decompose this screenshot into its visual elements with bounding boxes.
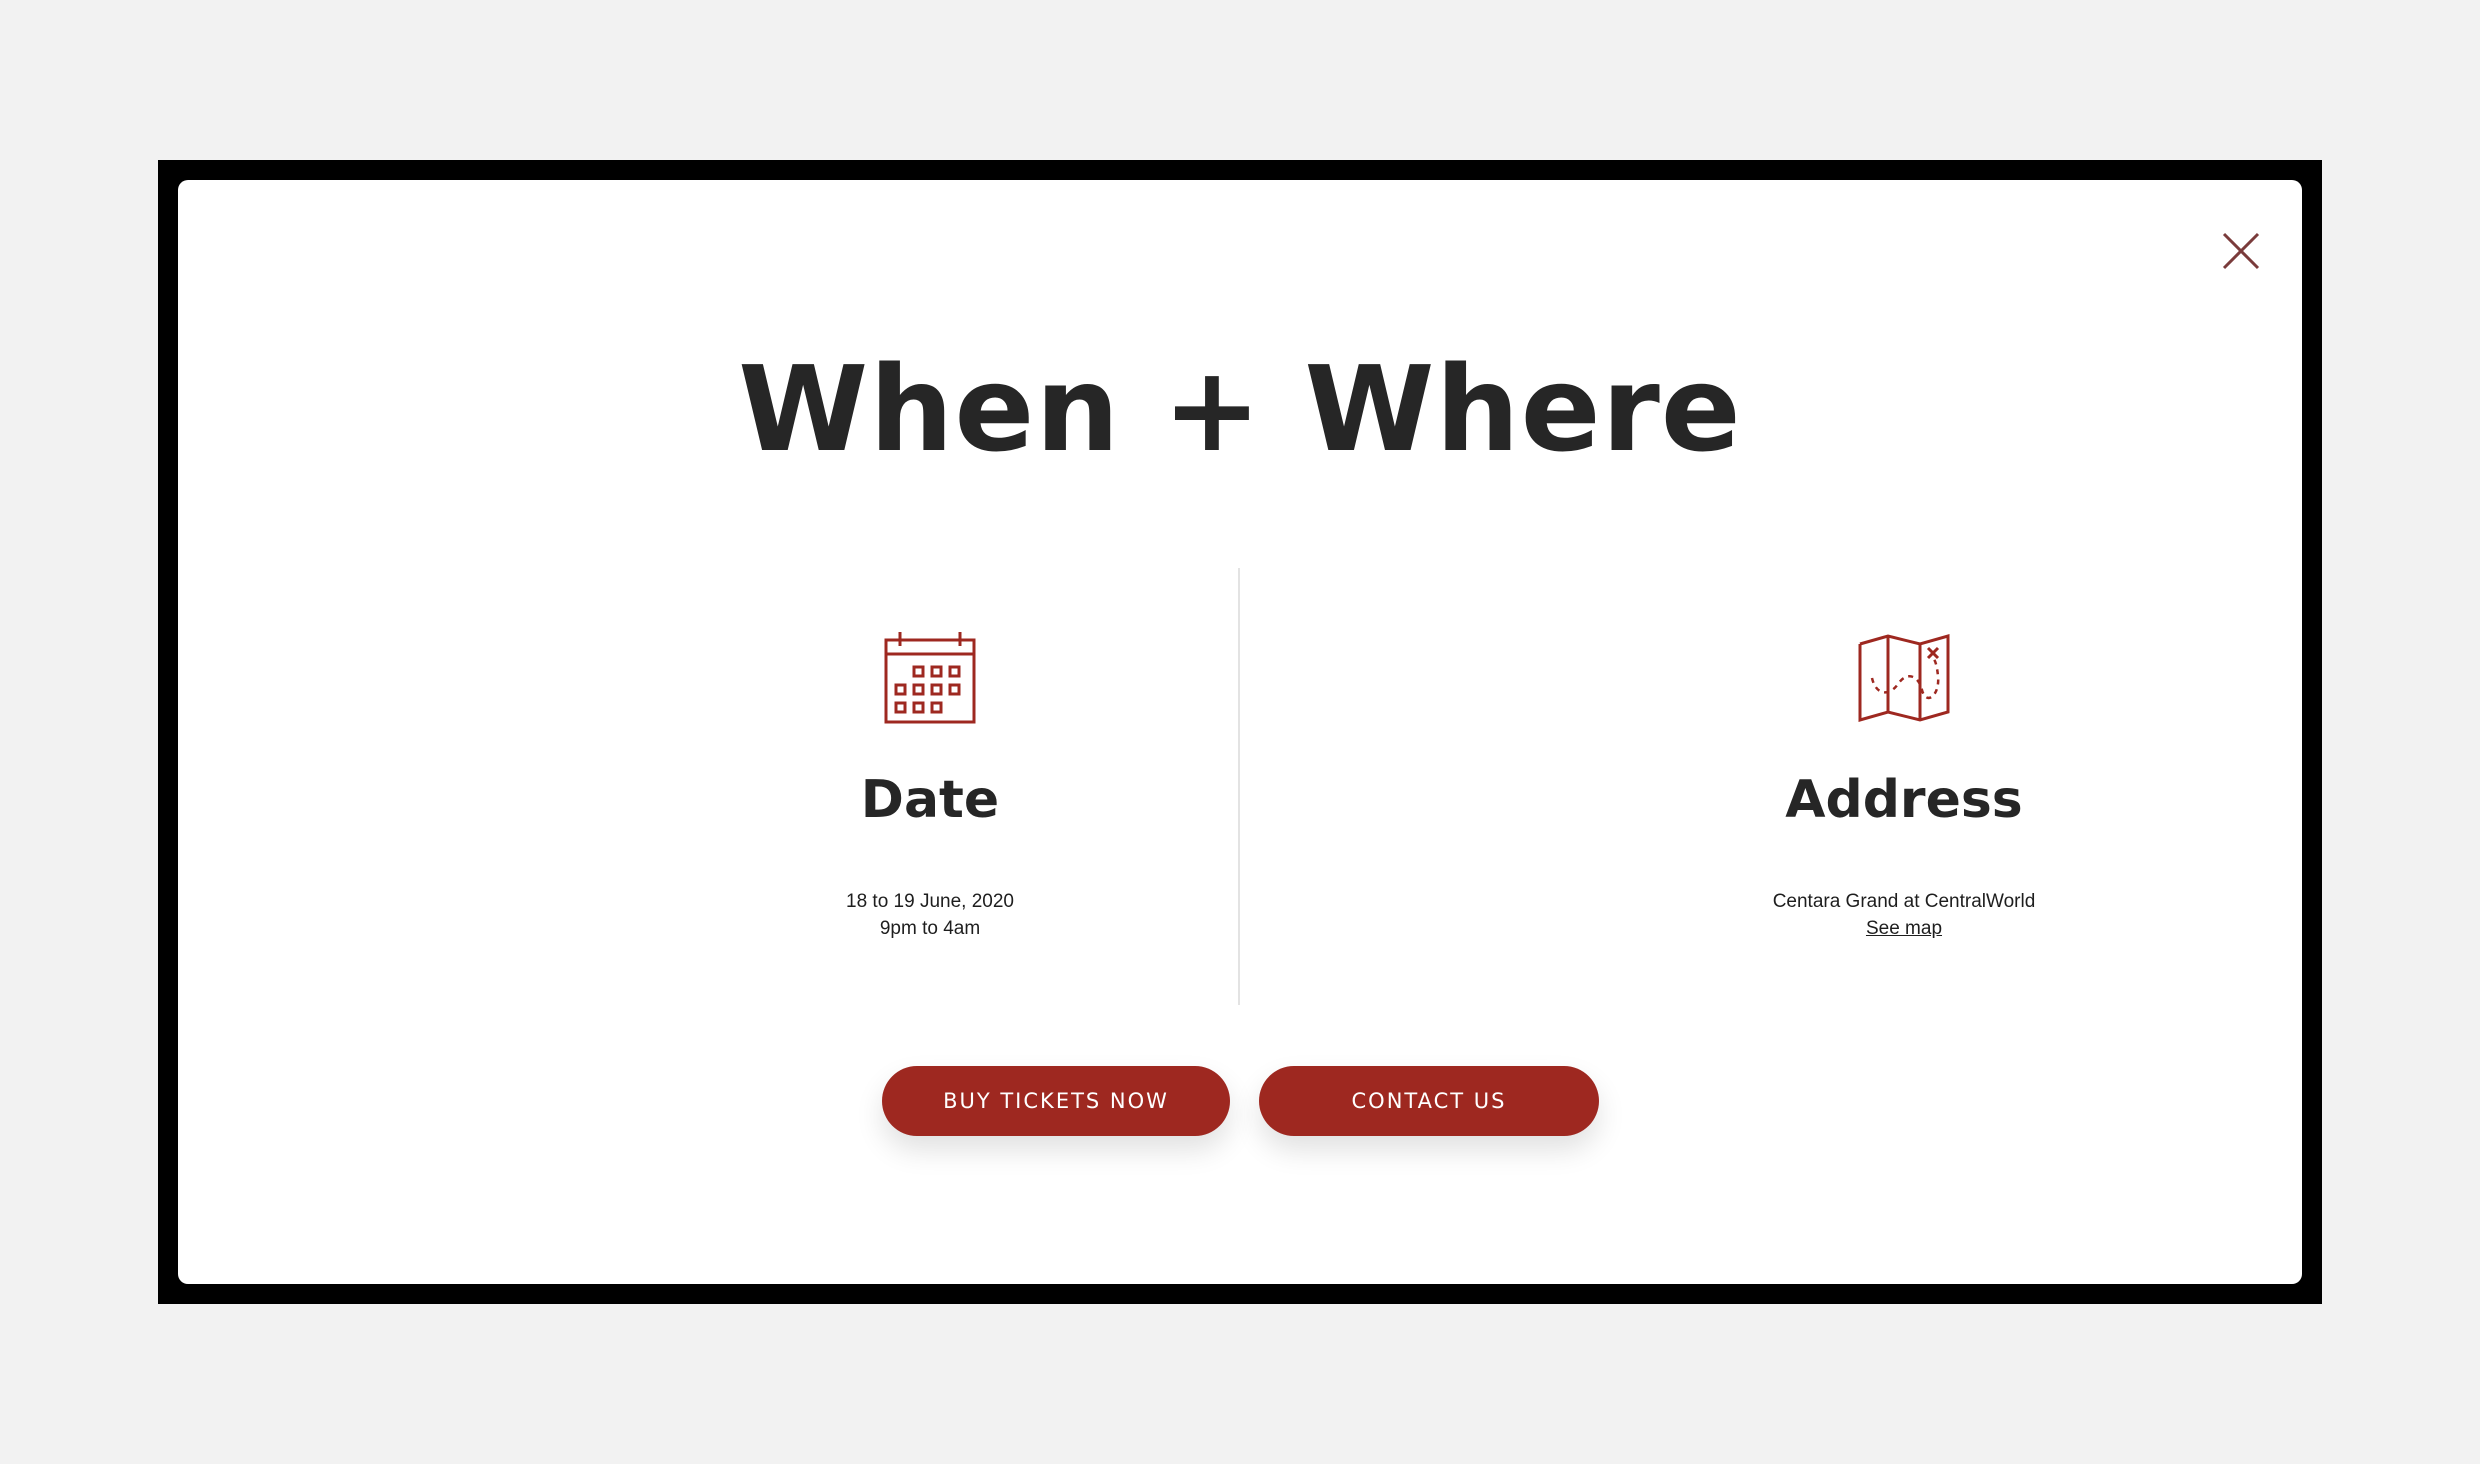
calendar-icon — [580, 630, 1280, 726]
modal-frame: When + Where Date 18 to 19 June, 2020 9p… — [158, 160, 2322, 1304]
address-details: Centara Grand at CentralWorld See map — [1554, 888, 2254, 942]
when-where-modal: When + Where Date 18 to 19 June, 2020 9p… — [178, 180, 2302, 1284]
buy-tickets-button[interactable]: BUY TICKETS NOW — [882, 1066, 1230, 1136]
address-heading: Address — [1785, 770, 2023, 830]
address-section: Address Centara Grand at CentralWorld Se… — [1554, 630, 2254, 942]
date-heading: Date — [860, 770, 1000, 830]
date-section: Date 18 to 19 June, 2020 9pm to 4am — [580, 630, 1280, 942]
date-range: 18 to 19 June, 2020 — [846, 891, 1014, 912]
venue-name: Centara Grand at CentralWorld — [1772, 891, 2036, 912]
map-icon — [1554, 630, 2254, 726]
modal-title: When + Where — [738, 340, 1742, 478]
contact-us-button[interactable]: CONTACT US — [1259, 1066, 1599, 1136]
date-details: 18 to 19 June, 2020 9pm to 4am — [580, 888, 1280, 942]
time-range: 9pm to 4am — [879, 918, 981, 939]
close-button[interactable] — [2216, 226, 2266, 276]
close-icon — [2222, 232, 2260, 270]
see-map-link[interactable]: See map — [1866, 918, 1942, 939]
